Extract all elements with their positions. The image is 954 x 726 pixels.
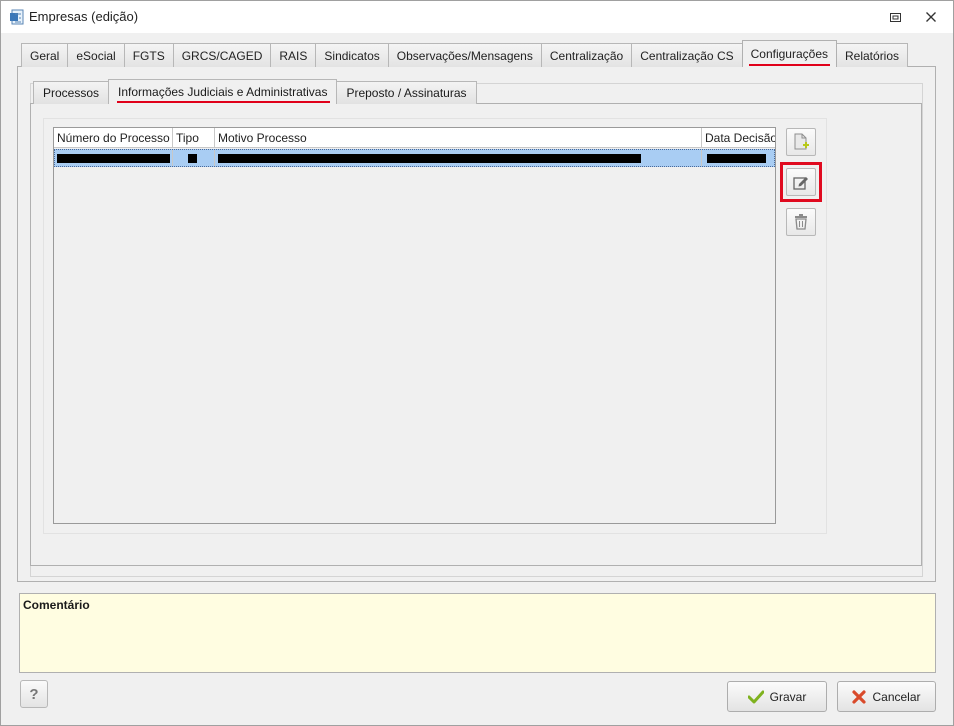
tab-label: eSocial: [76, 48, 116, 63]
subtab-processos[interactable]: Processos: [33, 81, 110, 104]
sub-tab-strip: Processos Informações Judiciais e Admini…: [33, 79, 477, 104]
trash-icon: [795, 214, 807, 230]
checkmark-icon: [747, 690, 764, 704]
restore-icon: [889, 12, 901, 22]
column-header-tipo[interactable]: Tipo: [173, 128, 215, 148]
tab-label: RAIS: [279, 48, 308, 63]
comment-label: Comentário: [23, 598, 90, 612]
tab-label: FGTS: [132, 48, 165, 63]
title-bar: Empresas (edição): [1, 1, 953, 33]
tab-label: Preposto / Assinaturas: [346, 86, 467, 100]
tab-label: Relatórios: [845, 48, 900, 63]
x-icon: [852, 689, 867, 704]
tab-label: GRCS/CAGED: [181, 48, 263, 63]
cell-data-decisao: [702, 150, 772, 166]
grid-header: Número do Processo Tipo Motivo Processo …: [54, 128, 775, 148]
column-header-numero[interactable]: Número do Processo: [54, 128, 173, 148]
restore-button[interactable]: [885, 8, 905, 26]
app-icon: [10, 9, 24, 25]
tab-fgts[interactable]: FGTS: [123, 43, 174, 67]
edit-button-highlight: [780, 162, 822, 202]
help-icon: ?: [29, 685, 39, 703]
tab-esocial[interactable]: eSocial: [67, 43, 125, 67]
tab-rais[interactable]: RAIS: [270, 43, 317, 67]
help-button[interactable]: ?: [20, 680, 48, 708]
add-document-icon: [794, 133, 809, 150]
cancel-button[interactable]: Cancelar: [837, 681, 936, 712]
tab-centralizacao-cs[interactable]: Centralização CS: [631, 43, 743, 67]
tab-label: Centralização CS: [640, 48, 734, 63]
column-header-motivo[interactable]: Motivo Processo: [215, 128, 702, 148]
tab-relatorios[interactable]: Relatórios: [836, 43, 909, 67]
close-icon: [926, 12, 936, 22]
tab-sindicatos[interactable]: Sindicatos: [315, 43, 389, 67]
add-button[interactable]: [786, 128, 816, 156]
redacted-value: [218, 154, 641, 163]
cell-motivo: [215, 150, 702, 166]
save-button[interactable]: Gravar: [727, 681, 827, 712]
column-header-data-decisao[interactable]: Data Decisão: [702, 128, 775, 148]
redacted-value: [188, 154, 197, 163]
redacted-value: [57, 154, 170, 163]
tab-configuracoes[interactable]: Configurações: [741, 40, 837, 67]
comment-field[interactable]: Comentário: [19, 593, 936, 673]
tab-geral[interactable]: Geral: [21, 43, 69, 67]
tab-label: Geral: [30, 48, 60, 63]
table-row[interactable]: [54, 149, 775, 167]
cell-numero: [55, 150, 173, 166]
cancel-label: Cancelar: [872, 689, 921, 704]
subtab-preposto-assinaturas[interactable]: Preposto / Assinaturas: [336, 81, 477, 104]
dialog-window: Empresas (edição) Geral eSocial FGTS GRC…: [0, 0, 954, 726]
redacted-value: [707, 154, 766, 163]
close-button[interactable]: [921, 8, 941, 26]
tab-grcs-caged[interactable]: GRCS/CAGED: [172, 43, 272, 67]
tab-label: Configurações: [750, 47, 828, 61]
tab-observacoes-mensagens[interactable]: Observações/Mensagens: [387, 43, 542, 67]
subtab-informacoes-judiciais[interactable]: Informações Judiciais e Administrativas: [108, 79, 338, 104]
active-tab-underline: [748, 64, 830, 66]
active-tab-underline: [117, 101, 331, 103]
delete-button[interactable]: [786, 208, 816, 236]
tab-label: Informações Judiciais e Administrativas: [118, 85, 328, 99]
process-grid[interactable]: Número do Processo Tipo Motivo Processo …: [53, 127, 776, 524]
tab-label: Sindicatos: [324, 48, 380, 63]
tab-label: Observações/Mensagens: [396, 48, 533, 63]
tab-label: Centralização: [549, 48, 624, 63]
window-title: Empresas (edição): [29, 9, 139, 24]
main-tab-strip: Geral eSocial FGTS GRCS/CAGED RAIS Sindi…: [21, 40, 909, 67]
save-label: Gravar: [769, 689, 807, 704]
tab-label: Processos: [43, 86, 100, 100]
cell-tipo: [173, 150, 215, 166]
tab-centralizacao[interactable]: Centralização: [540, 43, 633, 67]
